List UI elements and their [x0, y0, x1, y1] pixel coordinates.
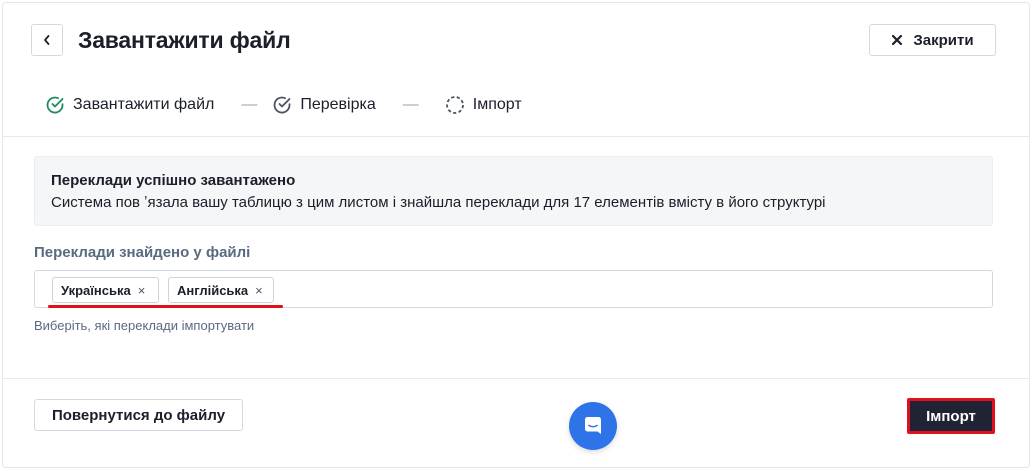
step-review: Перевірка [272, 95, 376, 115]
footer-divider [3, 378, 1029, 379]
translations-multiselect[interactable]: Українська × Англійська × [34, 270, 993, 308]
dashed-circle-icon [445, 96, 464, 114]
success-alert: Переклади успішно завантажено Система по… [34, 156, 993, 226]
remove-tag-icon[interactable]: × [255, 283, 263, 298]
chevron-left-icon [44, 35, 50, 45]
header-divider [3, 136, 1029, 137]
remove-tag-icon[interactable]: × [138, 283, 146, 298]
chat-launcher-button[interactable] [569, 402, 617, 450]
tag-ukrainian[interactable]: Українська × [52, 277, 159, 303]
step-upload: Завантажити файл [45, 95, 214, 115]
tag-label: Англійська [177, 282, 249, 298]
import-button[interactable]: Імпорт [907, 398, 995, 434]
check-circle-icon [274, 96, 291, 114]
back-to-file-button[interactable]: Повернутися до файлу [34, 399, 243, 431]
highlight-underline [48, 305, 283, 308]
alert-title: Переклади успішно завантажено [51, 172, 296, 189]
step-import: Імпорт [445, 95, 522, 115]
chat-bubble-icon [585, 417, 601, 434]
x-icon [892, 34, 903, 46]
translations-hint: Виберіть, які переклади імпортувати [34, 318, 255, 333]
step-label: Завантажити файл [73, 96, 215, 113]
tag-english[interactable]: Англійська × [168, 277, 274, 303]
step-label: Імпорт [472, 96, 522, 113]
step-label: Перевірка [300, 96, 376, 113]
close-button-label: Закрити [913, 31, 974, 49]
step-separator: — [402, 96, 419, 113]
tag-label: Українська [61, 282, 131, 298]
back-button[interactable] [31, 24, 63, 56]
page-title: Завантажити файл [78, 27, 291, 53]
check-circle-icon [46, 96, 64, 114]
stepper: Завантажити файл — Перевірка — Імпорт [45, 93, 522, 117]
step-separator: — [241, 96, 258, 113]
close-button[interactable]: Закрити [869, 24, 996, 56]
alert-text: Система пов ʼязала вашу таблицю з цим ли… [51, 194, 826, 211]
translations-label: Переклади знайдено у файлі [34, 244, 251, 261]
